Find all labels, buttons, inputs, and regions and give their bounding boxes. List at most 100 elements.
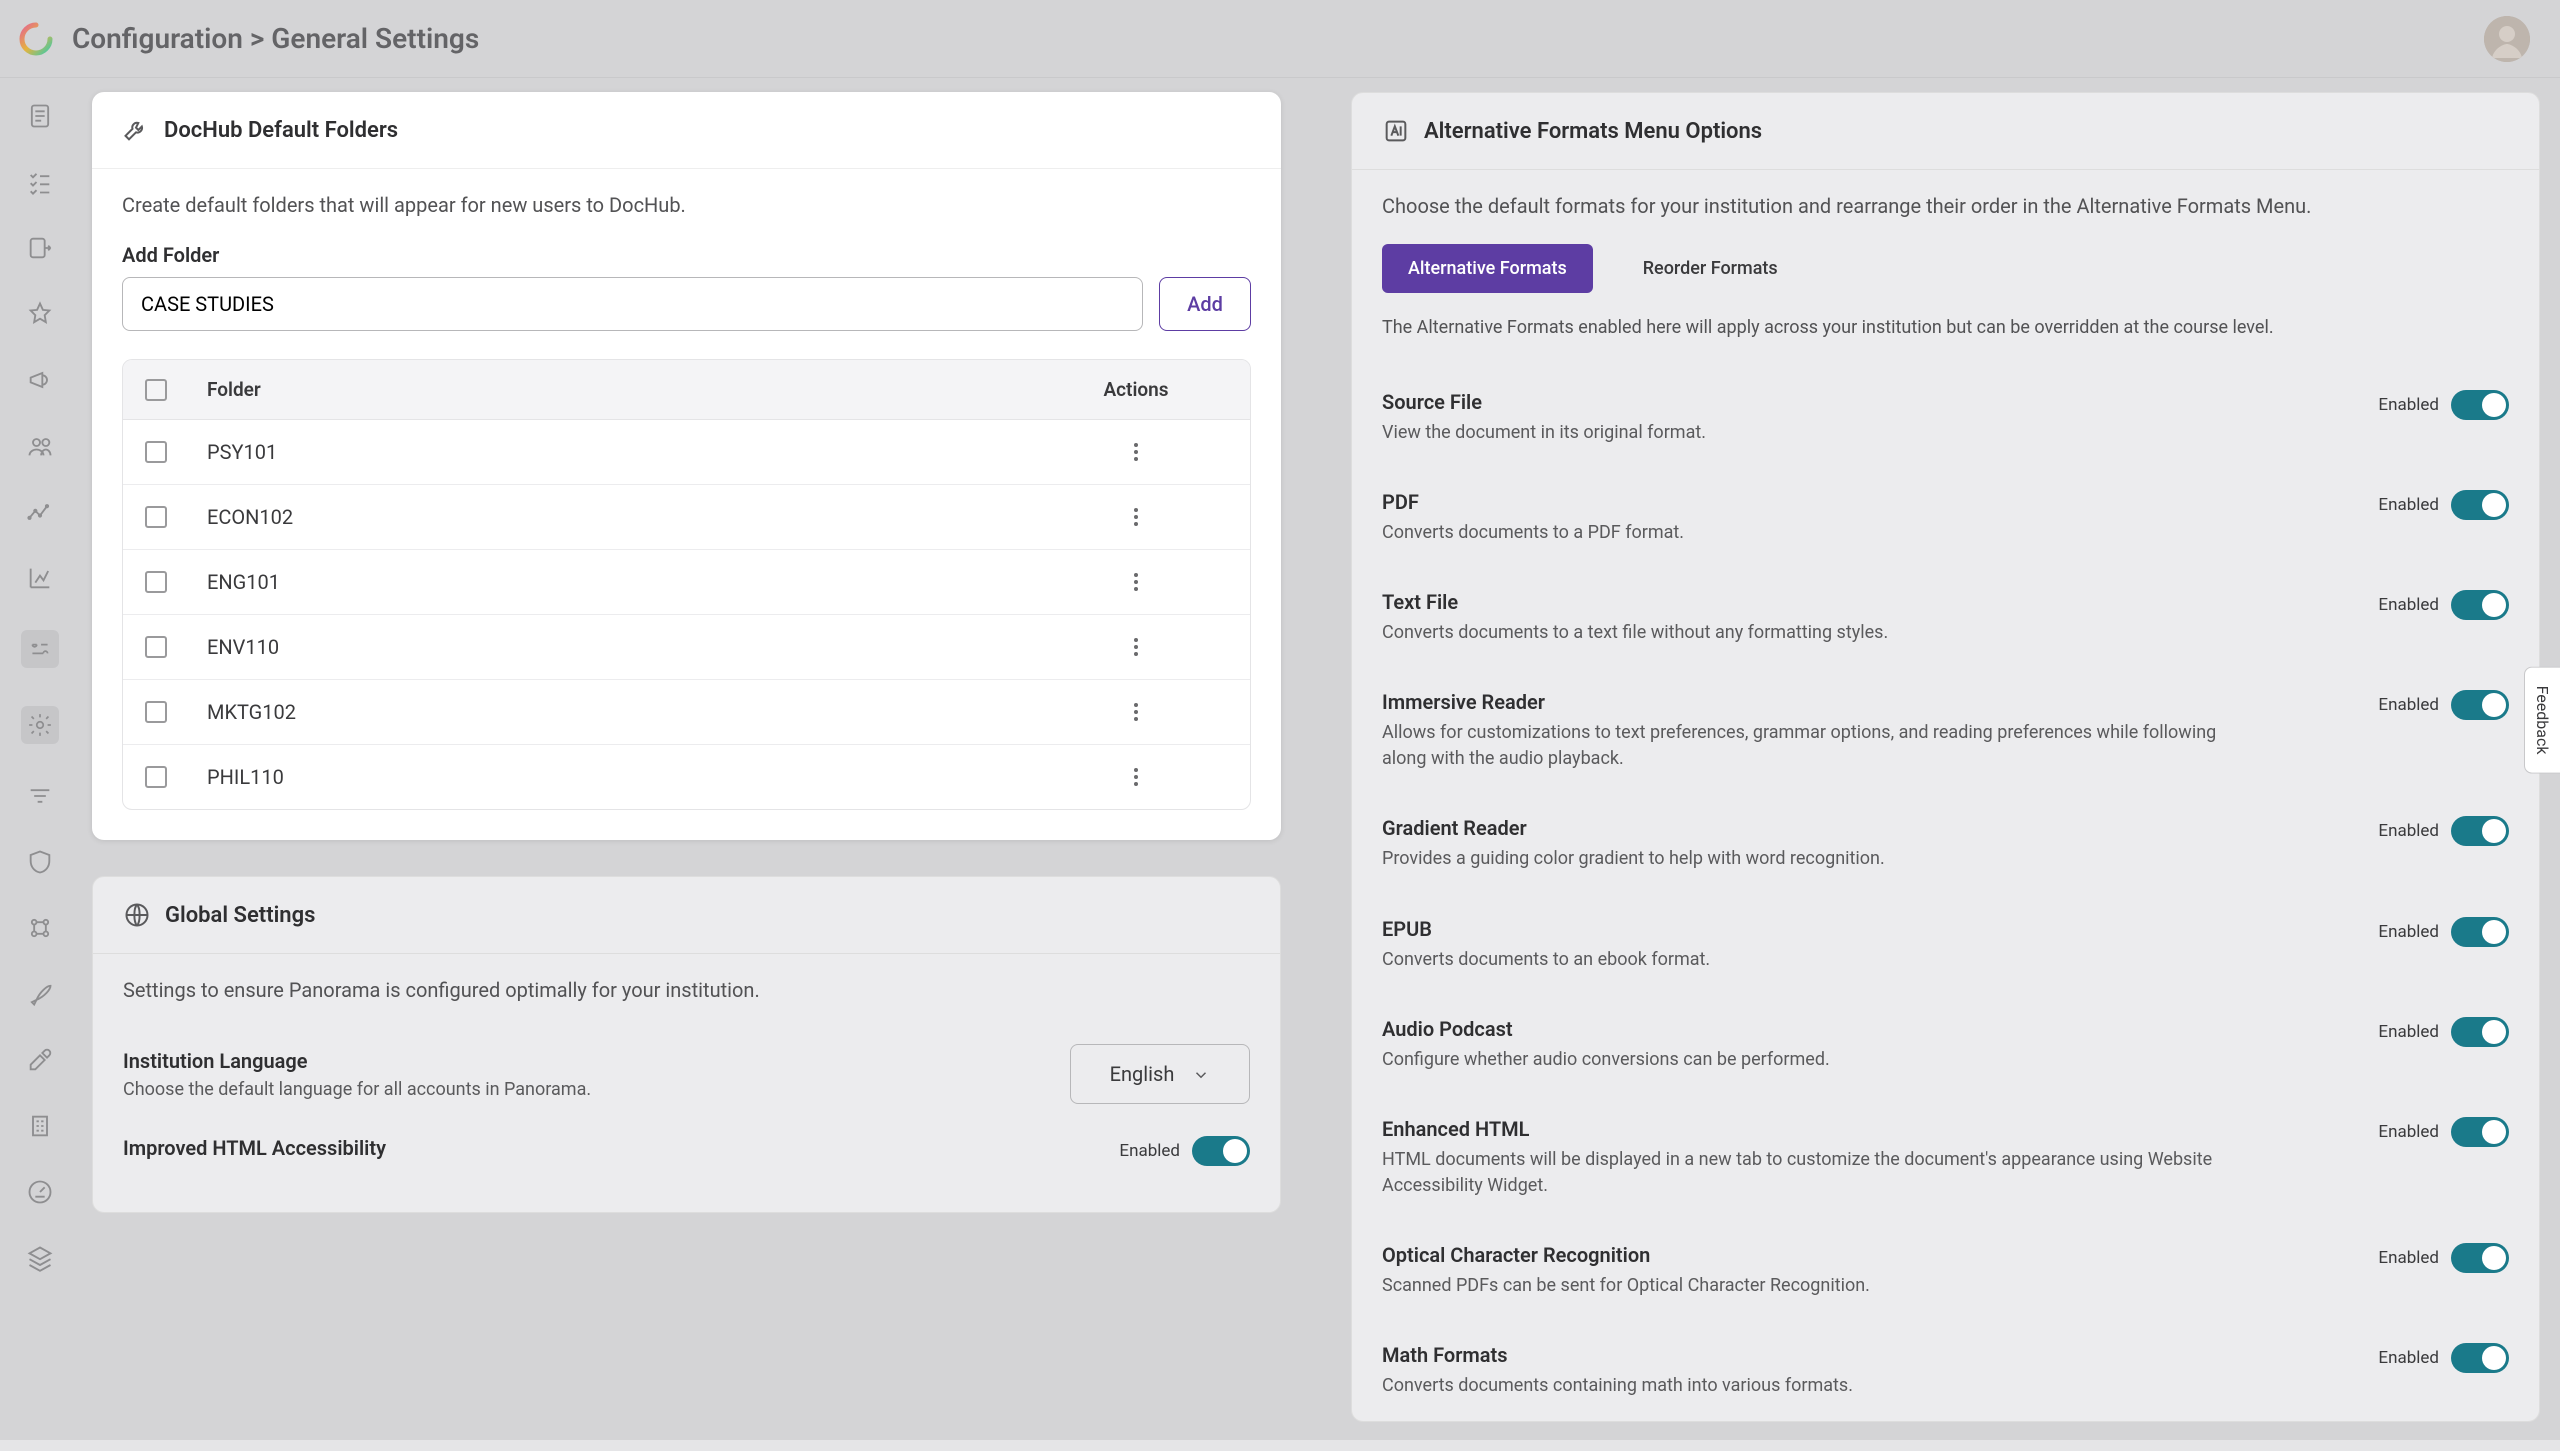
- enabled-label: Enabled: [2378, 395, 2439, 415]
- tab-alt-formats[interactable]: Alternative Formats: [1382, 244, 1593, 293]
- folder-name: PSY101: [207, 440, 1036, 464]
- enabled-label: Enabled: [2378, 495, 2439, 515]
- format-title: Source File: [1382, 390, 2338, 414]
- chevron-down-icon: [1192, 1065, 1210, 1083]
- feedback-tab[interactable]: Feedback: [2524, 667, 2560, 774]
- row-actions-menu[interactable]: [1124, 570, 1148, 594]
- format-title: EPUB: [1382, 917, 2338, 941]
- format-toggle[interactable]: [2451, 917, 2509, 947]
- enabled-label: Enabled: [2378, 821, 2439, 841]
- row-checkbox[interactable]: [145, 506, 167, 528]
- row-actions-menu[interactable]: [1124, 505, 1148, 529]
- format-row: Text File Converts documents to a text f…: [1382, 568, 2509, 668]
- format-title: Immersive Reader: [1382, 690, 2338, 714]
- select-all-checkbox[interactable]: [145, 379, 167, 401]
- format-title: Enhanced HTML: [1382, 1117, 2338, 1141]
- row-actions-menu[interactable]: [1124, 440, 1148, 464]
- table-row: MKTG102: [123, 680, 1250, 745]
- language-select[interactable]: English: [1070, 1044, 1250, 1104]
- html-a11y-toggle[interactable]: [1192, 1136, 1250, 1166]
- tab-reorder-formats[interactable]: Reorder Formats: [1617, 244, 1804, 293]
- folder-name: ECON102: [207, 505, 1036, 529]
- folder-header: Folder: [207, 378, 1036, 401]
- format-desc: HTML documents will be displayed in a ne…: [1382, 1147, 2222, 1199]
- global-title: Global Settings: [165, 903, 315, 928]
- row-checkbox[interactable]: [145, 701, 167, 723]
- format-row: Enhanced HTML HTML documents will be dis…: [1382, 1095, 2509, 1221]
- lang-title: Institution Language: [123, 1049, 1040, 1073]
- format-toggle[interactable]: [2451, 1017, 2509, 1047]
- enabled-label: Enabled: [2378, 695, 2439, 715]
- language-value: English: [1110, 1062, 1175, 1086]
- add-folder-input[interactable]: [122, 277, 1143, 331]
- enabled-label: Enabled: [2378, 1348, 2439, 1368]
- format-title: Gradient Reader: [1382, 816, 2338, 840]
- add-button[interactable]: Add: [1159, 277, 1251, 331]
- format-row: PDF Converts documents to a PDF format. …: [1382, 468, 2509, 568]
- row-checkbox[interactable]: [145, 636, 167, 658]
- global-intro: Settings to ensure Panorama is configure…: [123, 978, 1250, 1002]
- folder-table: Folder Actions PSY101 ECON102 ENG101 ENV…: [122, 359, 1251, 810]
- lang-desc: Choose the default language for all acco…: [123, 1079, 1040, 1100]
- enabled-label: Enabled: [2378, 595, 2439, 615]
- dochub-card: DocHub Default Folders Create default fo…: [92, 92, 1281, 840]
- table-row: PSY101: [123, 420, 1250, 485]
- row-checkbox[interactable]: [145, 766, 167, 788]
- format-row: Optical Character Recognition Scanned PD…: [1382, 1221, 2509, 1321]
- format-toggle[interactable]: [2451, 590, 2509, 620]
- folder-name: ENG101: [207, 570, 1036, 594]
- enabled-label: Enabled: [2378, 1122, 2439, 1142]
- format-toggle[interactable]: [2451, 1343, 2509, 1373]
- table-row: ECON102: [123, 485, 1250, 550]
- format-desc: Converts documents to a PDF format.: [1382, 520, 2222, 546]
- table-row: ENG101: [123, 550, 1250, 615]
- row-actions-menu[interactable]: [1124, 765, 1148, 789]
- format-toggle[interactable]: [2451, 816, 2509, 846]
- folder-name: MKTG102: [207, 700, 1036, 724]
- dochub-title: DocHub Default Folders: [164, 118, 398, 143]
- format-toggle[interactable]: [2451, 390, 2509, 420]
- format-title: Audio Podcast: [1382, 1017, 2338, 1041]
- alt-formats-card: Alternative Formats Menu Options Choose …: [1351, 92, 2540, 1422]
- format-toggle[interactable]: [2451, 490, 2509, 520]
- row-checkbox[interactable]: [145, 571, 167, 593]
- format-desc: Provides a guiding color gradient to hel…: [1382, 846, 2222, 872]
- table-row: PHIL110: [123, 745, 1250, 809]
- format-title: PDF: [1382, 490, 2338, 514]
- format-row: EPUB Converts documents to an ebook form…: [1382, 895, 2509, 995]
- row-checkbox[interactable]: [145, 441, 167, 463]
- alt-note: The Alternative Formats enabled here wil…: [1382, 317, 2509, 338]
- enabled-label: Enabled: [2378, 922, 2439, 942]
- format-row: Audio Podcast Configure whether audio co…: [1382, 995, 2509, 1095]
- row-actions-menu[interactable]: [1124, 635, 1148, 659]
- alt-intro: Choose the default formats for your inst…: [1382, 194, 2509, 218]
- alt-title: Alternative Formats Menu Options: [1424, 119, 1762, 144]
- folder-name: PHIL110: [207, 765, 1036, 789]
- format-toggle[interactable]: [2451, 1243, 2509, 1273]
- format-desc: Scanned PDFs can be sent for Optical Cha…: [1382, 1273, 2222, 1299]
- format-desc: Configure whether audio conversions can …: [1382, 1047, 2222, 1073]
- format-row: Math Formats Converts documents containi…: [1382, 1321, 2509, 1421]
- enabled-label: Enabled: [2378, 1248, 2439, 1268]
- row-actions-menu[interactable]: [1124, 700, 1148, 724]
- format-row: Source File View the document in its ori…: [1382, 368, 2509, 468]
- format-desc: Converts documents containing math into …: [1382, 1373, 2222, 1399]
- alt-format-icon: [1382, 117, 1410, 145]
- global-settings-card: Global Settings Settings to ensure Panor…: [92, 876, 1281, 1213]
- globe-icon: [123, 901, 151, 929]
- enabled-label: Enabled: [1119, 1141, 1180, 1161]
- format-toggle[interactable]: [2451, 1117, 2509, 1147]
- folder-name: ENV110: [207, 635, 1036, 659]
- add-folder-label: Add Folder: [122, 243, 1251, 267]
- enabled-label: Enabled: [2378, 1022, 2439, 1042]
- format-title: Math Formats: [1382, 1343, 2338, 1367]
- format-toggle[interactable]: [2451, 690, 2509, 720]
- actions-header: Actions: [1036, 378, 1236, 401]
- format-desc: Allows for customizations to text prefer…: [1382, 720, 2222, 772]
- dochub-intro: Create default folders that will appear …: [122, 193, 1251, 217]
- format-desc: View the document in its original format…: [1382, 420, 2222, 446]
- html-a11y-title: Improved HTML Accessibility: [123, 1136, 1089, 1160]
- format-desc: Converts documents to an ebook format.: [1382, 947, 2222, 973]
- format-row: Gradient Reader Provides a guiding color…: [1382, 794, 2509, 894]
- format-row: Immersive Reader Allows for customizatio…: [1382, 668, 2509, 794]
